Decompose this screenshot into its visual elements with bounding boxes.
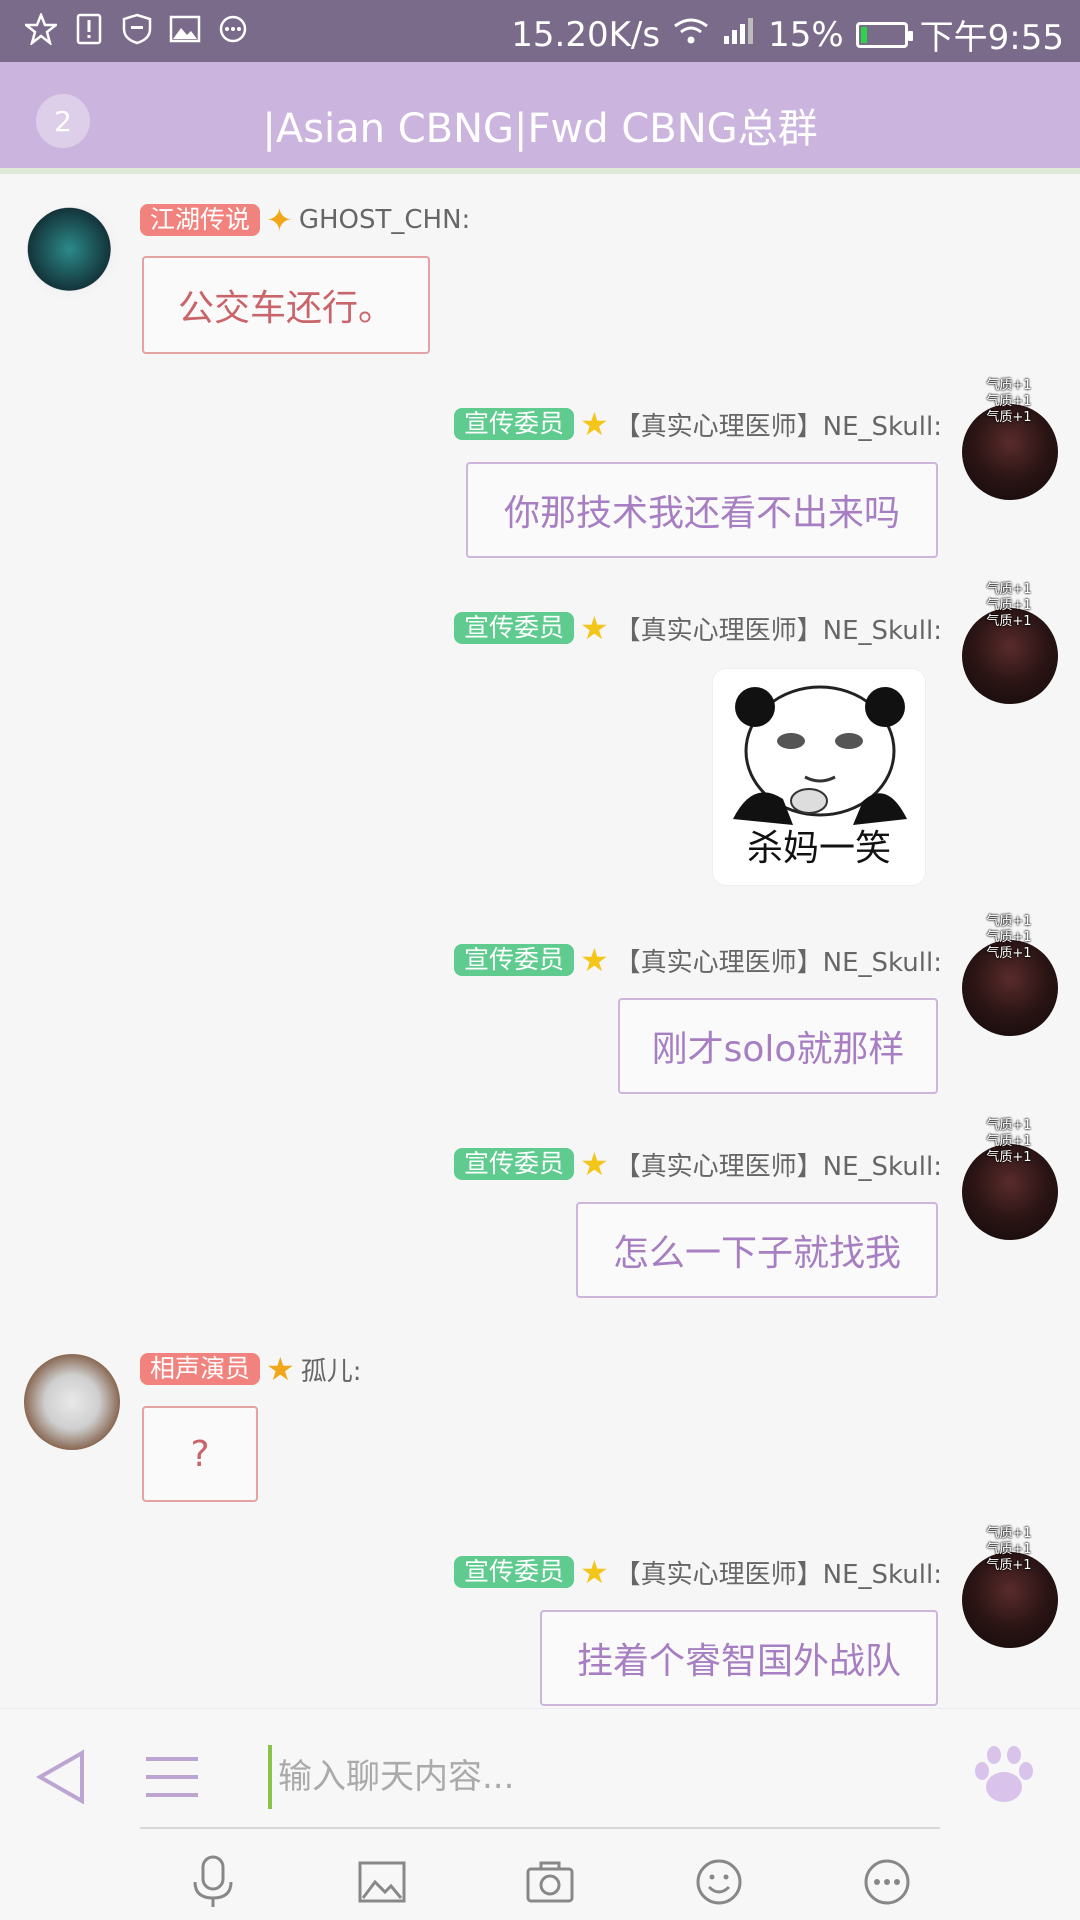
sender-name: 孤儿:: [300, 1356, 362, 1387]
more-icon: [216, 12, 250, 46]
signal-icon: [722, 15, 756, 55]
avatar-frame-badge: 气质+1 气质+1 气质+1: [986, 378, 1032, 425]
title-tag: 宣传委员: [453, 1556, 574, 1588]
panda-sticker-image: [733, 685, 907, 825]
input-divider: [140, 1827, 940, 1829]
more-options-icon[interactable]: [854, 1849, 920, 1915]
battery-fill: [860, 26, 867, 43]
chat-title: |Asian CBNG|Fwd CBNG总群: [262, 106, 818, 152]
message-bubble[interactable]: 公交车还行。: [142, 256, 430, 354]
star-z-icon: [24, 12, 58, 46]
sticker-caption: 杀妈一笑: [746, 828, 891, 869]
title-tag: 宣传委员: [453, 408, 574, 440]
input-toolbar: [180, 1849, 920, 1915]
sticker-message[interactable]: 杀妈一笑: [712, 668, 926, 886]
image-picker-icon[interactable]: [349, 1849, 415, 1915]
emoji-icon[interactable]: [686, 1849, 752, 1915]
sender-line: 江湖传说 ✦ GHOST_CHN:: [140, 203, 470, 237]
message-bubble[interactable]: 刚才solo就那样: [618, 998, 938, 1094]
shield-icon: [120, 12, 154, 46]
star-icon: ✦: [266, 201, 293, 239]
unread-badge[interactable]: 2: [36, 94, 90, 148]
microphone-icon[interactable]: [180, 1849, 246, 1915]
sender-line: 宣传委员 ★ 【真实心理医师】NE_Skull:: [453, 405, 942, 443]
battery-icon: [855, 21, 913, 48]
avatar-frame-badge: 气质+1 气质+1 气质+1: [986, 1526, 1032, 1573]
avatar-frame-badge: 气质+1 气质+1 气质+1: [986, 582, 1032, 629]
message-bubble[interactable]: 怎么一下子就找我: [576, 1202, 938, 1298]
net-speed: 15.20K/s: [511, 14, 661, 55]
sender-name: 【真实心理医师】NE_Skull:: [614, 947, 942, 978]
sender-line: 宣传委员 ★ 【真实心理医师】NE_Skull:: [453, 1553, 942, 1591]
sender-name: 【真实心理医师】NE_Skull:: [614, 615, 942, 646]
chat-header: 2 |Asian CBNG|Fwd CBNG总群: [0, 62, 1080, 174]
star-icon: ★: [266, 1350, 295, 1388]
star-icon: ★: [579, 1145, 609, 1183]
avatar-frame-badge: 气质+1 气质+1 气质+1: [986, 1118, 1032, 1165]
battery-percent: 15%: [768, 14, 844, 55]
message-bubble[interactable]: 挂着个睿智国外战队: [540, 1610, 938, 1706]
sender-name: 【真实心理医师】NE_Skull:: [614, 411, 942, 442]
clock: 下午9:55: [919, 18, 1064, 58]
title-tag: 宣传委员: [453, 944, 574, 976]
sender-line: 宣传委员 ★ 【真实心理医师】NE_Skull:: [453, 609, 942, 647]
sender-name: 【真实心理医师】NE_Skull:: [614, 1559, 942, 1590]
title-tag: 宣传委员: [453, 612, 574, 644]
status-right: 15.20K/s 15% 下午9:55: [511, 10, 1064, 59]
sender-name: GHOST_CHN:: [298, 205, 471, 235]
title-tag: 江湖传说: [140, 204, 261, 236]
camera-icon[interactable]: [517, 1849, 583, 1915]
star-icon: ★: [579, 1553, 609, 1591]
star-icon: ★: [579, 405, 609, 443]
avatar[interactable]: [26, 206, 122, 302]
avatar-frame-badge: 气质+1 气质+1 气质+1: [986, 914, 1032, 961]
chat-input[interactable]: [268, 1745, 908, 1809]
star-icon: ★: [579, 941, 609, 979]
menu-icon[interactable]: [146, 1757, 198, 1801]
status-bar: 15.20K/s 15% 下午9:55: [0, 0, 1080, 62]
back-arrow-icon[interactable]: [34, 1749, 88, 1805]
title-tag: 相声演员: [140, 1353, 261, 1385]
sender-name: 【真实心理医师】NE_Skull:: [614, 1151, 942, 1182]
message-bubble[interactable]: 你那技术我还看不出来吗: [466, 462, 938, 558]
image-icon: [168, 12, 202, 46]
sender-line: 宣传委员 ★ 【真实心理医师】NE_Skull:: [453, 941, 942, 979]
title-tag: 宣传委员: [453, 1148, 574, 1180]
message-bubble[interactable]: ?: [142, 1406, 258, 1502]
alert-icon: [72, 12, 106, 46]
notification-icons: [24, 12, 250, 46]
input-bar: [0, 1708, 1080, 1920]
wifi-icon: [672, 15, 710, 55]
avatar[interactable]: [24, 1354, 120, 1450]
sender-line: 相声演员 ★ 孤儿:: [140, 1350, 362, 1388]
sender-line: 宣传委员 ★ 【真实心理医师】NE_Skull:: [453, 1145, 942, 1183]
paw-icon[interactable]: [968, 1739, 1040, 1811]
star-icon: ★: [579, 609, 609, 647]
